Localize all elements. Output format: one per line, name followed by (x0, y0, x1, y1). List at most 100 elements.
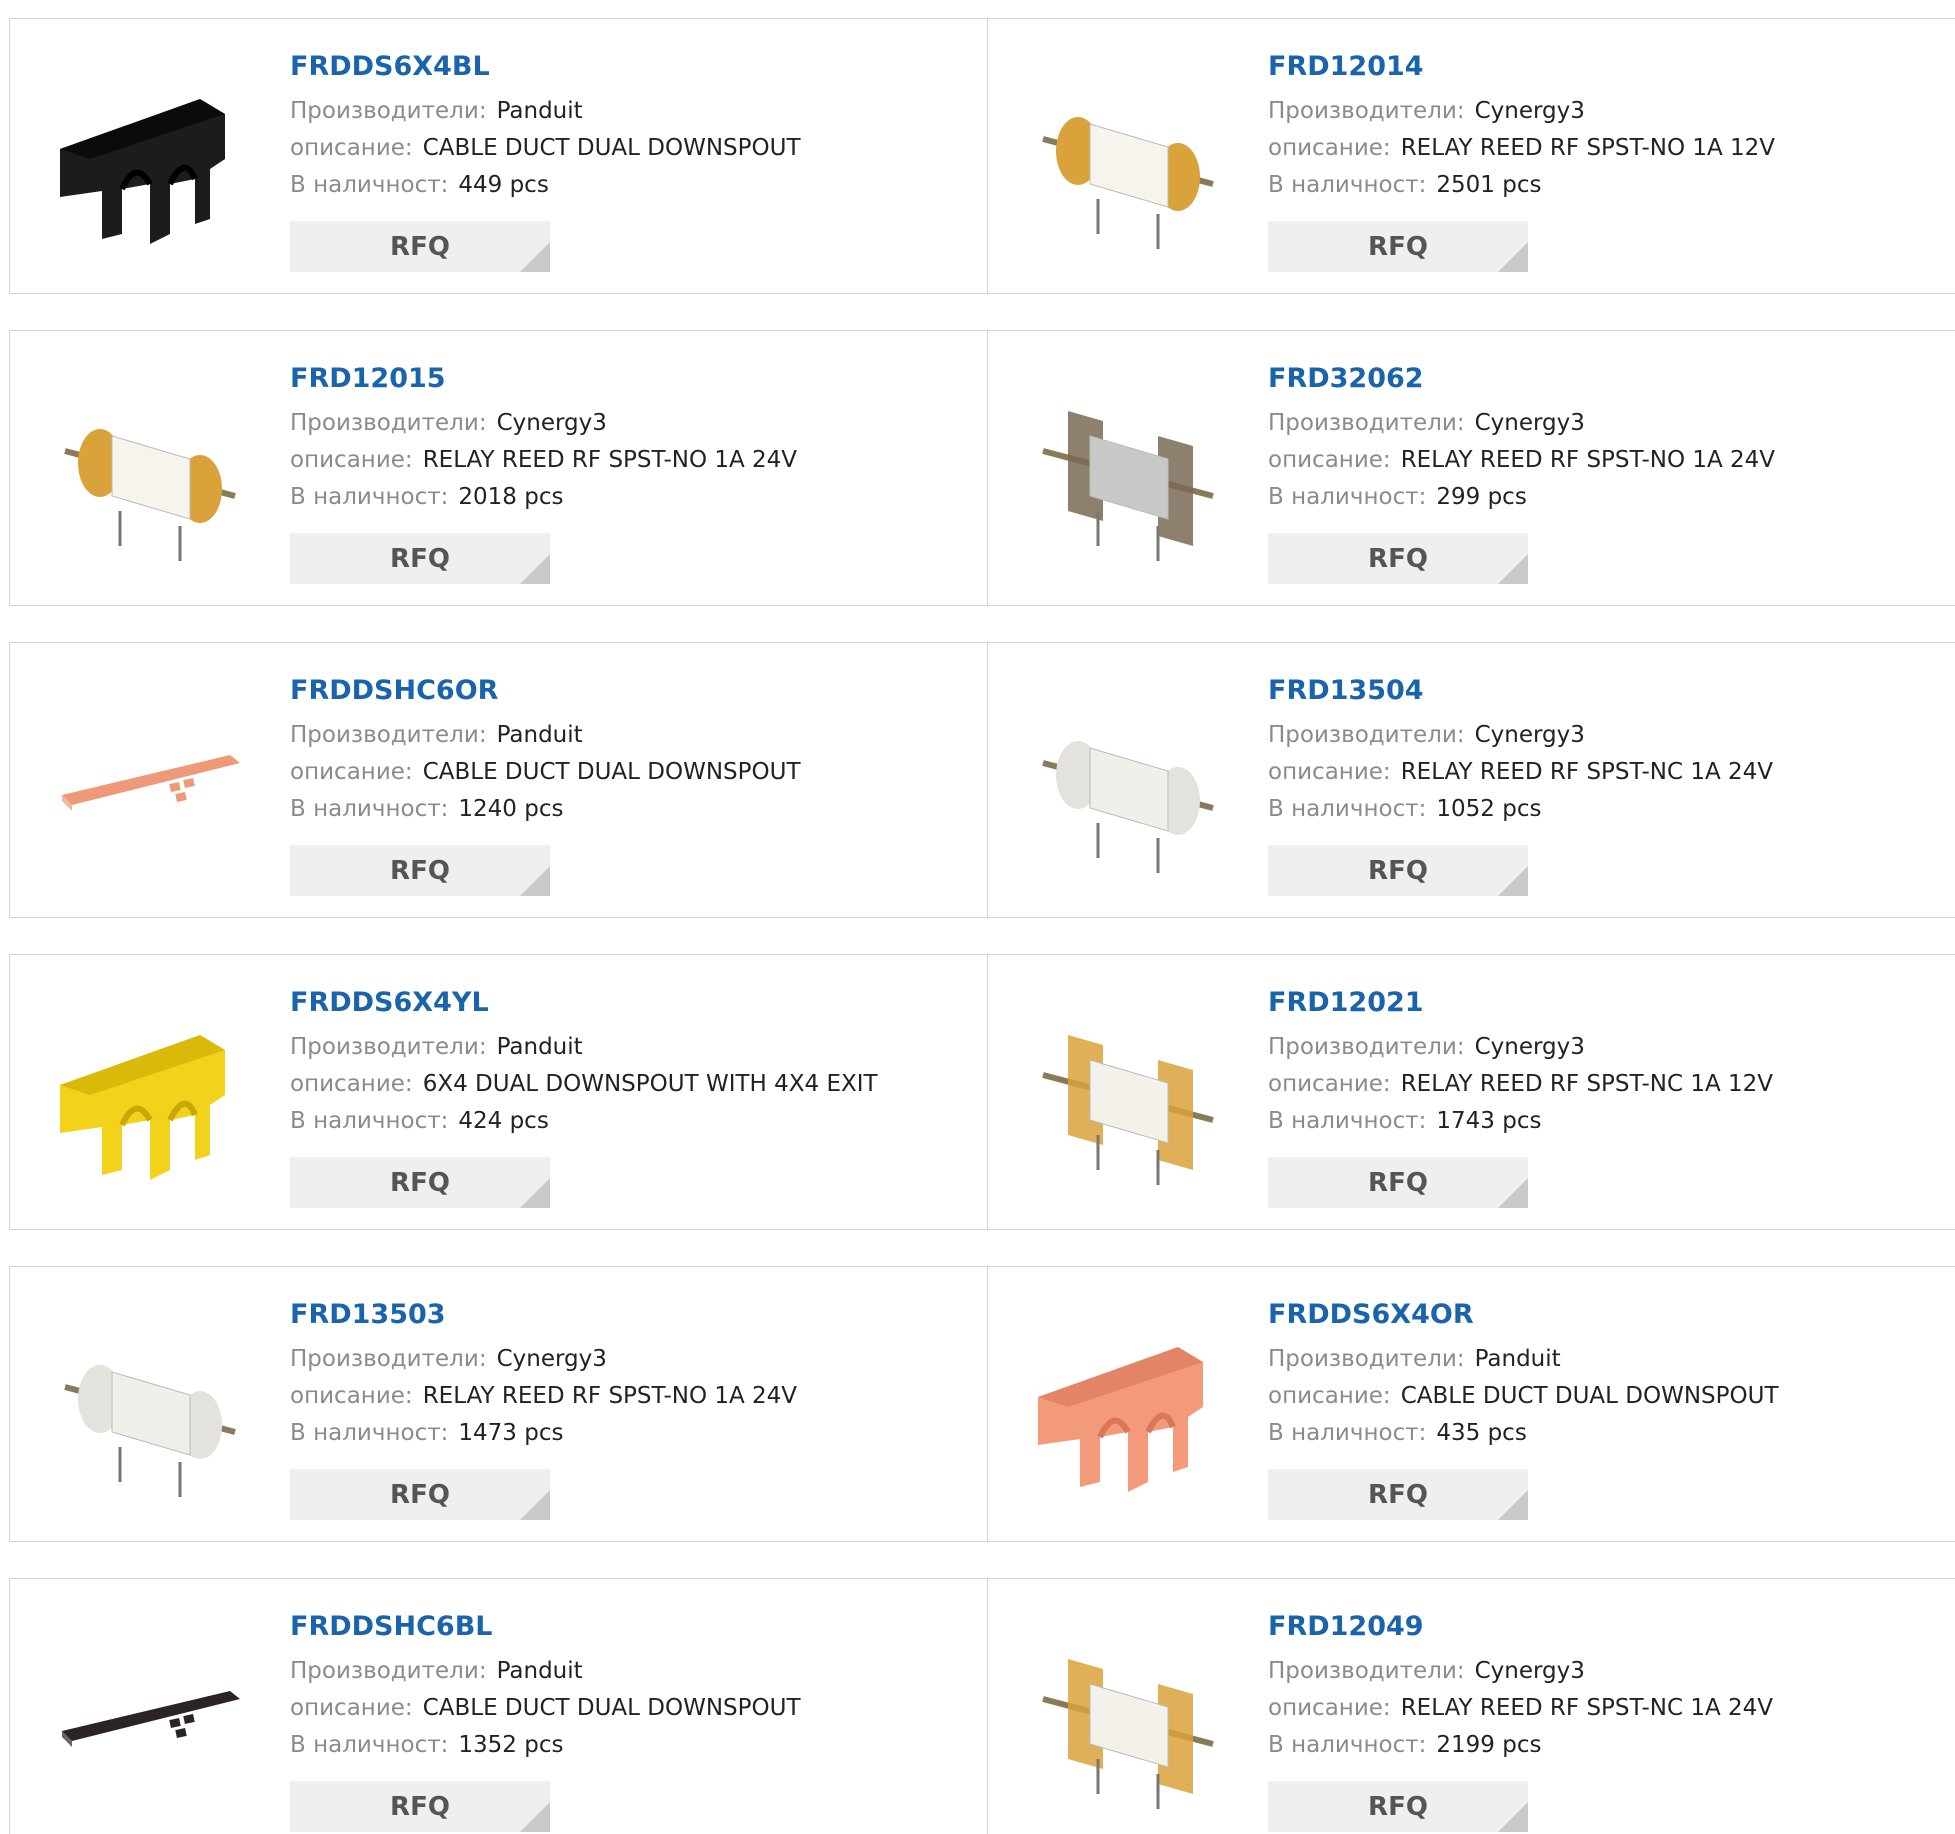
product-info: FRD13503 Производители: Cynergy3 описание… (290, 1297, 797, 1452)
product-info: FRD12014 Производители: Cynergy3 описание… (1268, 49, 1775, 204)
description-row: описание: RELAY REED RF SPST-NC 1A 12V (1268, 1066, 1773, 1103)
rfq-button[interactable]: RFQ (1268, 1469, 1528, 1520)
product-name-link[interactable]: FRD32062 (1268, 361, 1775, 397)
stock-label: В наличност: (290, 172, 449, 198)
description-row: описание: CABLE DUCT DUAL DOWNSPOUT (290, 130, 801, 167)
rfq-button[interactable]: RFQ (290, 221, 550, 272)
description-label: описание: (290, 1383, 413, 1409)
corner-triangle-icon (520, 866, 550, 896)
product-name-link[interactable]: FRDDSHC6OR (290, 673, 801, 709)
description-row: описание: CABLE DUCT DUAL DOWNSPOUT (290, 1690, 801, 1727)
manufacturer-row: Производители: Cynergy3 (290, 405, 797, 442)
product-card: FRDDS6X4OR Производители: Panduit описани… (987, 1266, 1955, 1542)
stock-label: В наличност: (1268, 1420, 1427, 1446)
stock-row: В наличност: 449 pcs (290, 167, 801, 204)
rfq-button[interactable]: RFQ (290, 845, 550, 896)
stock-value: 1743 pcs (1436, 1108, 1542, 1134)
product-name-link[interactable]: FRD13504 (1268, 673, 1773, 709)
rfq-button[interactable]: RFQ (290, 1469, 550, 1520)
manufacturer-row: Производители: Cynergy3 (1268, 1029, 1773, 1066)
stock-label: В наличност: (1268, 172, 1427, 198)
stock-row: В наличност: 424 pcs (290, 1103, 878, 1140)
corner-triangle-icon (1498, 1178, 1528, 1208)
product-name-link[interactable]: FRD13503 (290, 1297, 797, 1333)
product-name-link[interactable]: FRDDS6X4OR (1268, 1297, 1779, 1333)
manufacturer-label: Производители: (1268, 1658, 1465, 1684)
manufacturer-label: Производители: (1268, 98, 1465, 124)
product-name-link[interactable]: FRD12015 (290, 361, 797, 397)
rfq-label: RFQ (1368, 1167, 1428, 1198)
rfq-button[interactable]: RFQ (290, 1157, 550, 1208)
corner-triangle-icon (520, 1802, 550, 1832)
manufacturer-row: Производители: Cynergy3 (1268, 93, 1775, 130)
product-name-link[interactable]: FRDDSHC6BL (290, 1609, 801, 1645)
product-image-relay-white[interactable] (1028, 683, 1228, 883)
product-image-relay-metal[interactable] (1028, 371, 1228, 571)
description-value: RELAY REED RF SPST-NO 1A 12V (1400, 135, 1776, 161)
rfq-button[interactable]: RFQ (1268, 533, 1528, 584)
product-image-downspout-yellow[interactable] (50, 995, 250, 1195)
product-name-link[interactable]: FRDDS6X4BL (290, 49, 801, 85)
rfq-label: RFQ (390, 1167, 450, 1198)
description-label: описание: (1268, 1071, 1391, 1097)
product-info: FRDDS6X4BL Производители: Panduit описани… (290, 49, 801, 204)
description-row: описание: RELAY REED RF SPST-NC 1A 24V (1268, 1690, 1773, 1727)
product-name-link[interactable]: FRD12014 (1268, 49, 1775, 85)
rfq-button[interactable]: RFQ (1268, 221, 1528, 272)
product-info: FRDDSHC6BL Производители: Panduit описани… (290, 1609, 801, 1764)
corner-triangle-icon (520, 554, 550, 584)
product-info: FRD32062 Производители: Cynergy3 описание… (1268, 361, 1775, 516)
product-image-downspout-black[interactable] (50, 59, 250, 259)
product-image-downspout-orange[interactable] (1028, 1307, 1228, 1507)
rfq-button[interactable]: RFQ (290, 1781, 550, 1832)
description-row: описание: RELAY REED RF SPST-NO 1A 12V (1268, 130, 1775, 167)
product-image-cover-orange[interactable] (50, 683, 250, 883)
manufacturer-row: Производители: Panduit (290, 717, 801, 754)
description-row: описание: RELAY REED RF SPST-NO 1A 24V (290, 442, 797, 479)
product-card: FRD12015 Производители: Cynergy3 описание… (9, 330, 988, 606)
product-info: FRD12049 Производители: Cynergy3 описание… (1268, 1609, 1773, 1764)
product-name-link[interactable]: FRD12021 (1268, 985, 1773, 1021)
manufacturer-row: Производители: Panduit (290, 1029, 878, 1066)
description-row: описание: CABLE DUCT DUAL DOWNSPOUT (290, 754, 801, 791)
rfq-label: RFQ (1368, 543, 1428, 574)
product-card: FRD12049 Производители: Cynergy3 описание… (987, 1578, 1955, 1834)
product-image-relay-amber-frame[interactable] (1028, 1619, 1228, 1819)
corner-triangle-icon (1498, 866, 1528, 896)
product-image-relay-amber-frame[interactable] (1028, 995, 1228, 1195)
description-label: описание: (290, 1695, 413, 1721)
corner-triangle-icon (1498, 242, 1528, 272)
rfq-label: RFQ (1368, 1791, 1428, 1822)
product-image-relay-amber[interactable] (50, 371, 250, 571)
rfq-button[interactable]: RFQ (1268, 1157, 1528, 1208)
product-info: FRDDSHC6OR Производители: Panduit описани… (290, 673, 801, 828)
manufacturer-value: Cynergy3 (1474, 98, 1585, 124)
stock-label: В наличност: (1268, 484, 1427, 510)
stock-value: 1473 pcs (458, 1420, 564, 1446)
manufacturer-value: Panduit (1474, 1346, 1561, 1372)
rfq-label: RFQ (390, 1791, 450, 1822)
stock-row: В наличност: 299 pcs (1268, 479, 1775, 516)
corner-triangle-icon (520, 1178, 550, 1208)
product-image-relay-white[interactable] (50, 1307, 250, 1507)
corner-triangle-icon (520, 242, 550, 272)
description-value: RELAY REED RF SPST-NC 1A 24V (1400, 759, 1773, 785)
rfq-button[interactable]: RFQ (290, 533, 550, 584)
manufacturer-row: Производители: Cynergy3 (290, 1341, 797, 1378)
product-image-cover-black[interactable] (50, 1619, 250, 1819)
product-name-link[interactable]: FRDDS6X4YL (290, 985, 878, 1021)
rfq-button[interactable]: RFQ (1268, 1781, 1528, 1832)
stock-value: 2018 pcs (458, 484, 564, 510)
stock-label: В наличност: (290, 796, 449, 822)
description-label: описание: (290, 759, 413, 785)
corner-triangle-icon (1498, 554, 1528, 584)
description-value: RELAY REED RF SPST-NO 1A 24V (422, 1383, 798, 1409)
product-image-relay-amber[interactable] (1028, 59, 1228, 259)
description-value: RELAY REED RF SPST-NC 1A 12V (1400, 1071, 1773, 1097)
product-card: FRDDS6X4YL Производители: Panduit описани… (9, 954, 988, 1230)
manufacturer-label: Производители: (1268, 722, 1465, 748)
rfq-button[interactable]: RFQ (1268, 845, 1528, 896)
rfq-label: RFQ (390, 1479, 450, 1510)
product-name-link[interactable]: FRD12049 (1268, 1609, 1773, 1645)
description-row: описание: RELAY REED RF SPST-NO 1A 24V (1268, 442, 1775, 479)
